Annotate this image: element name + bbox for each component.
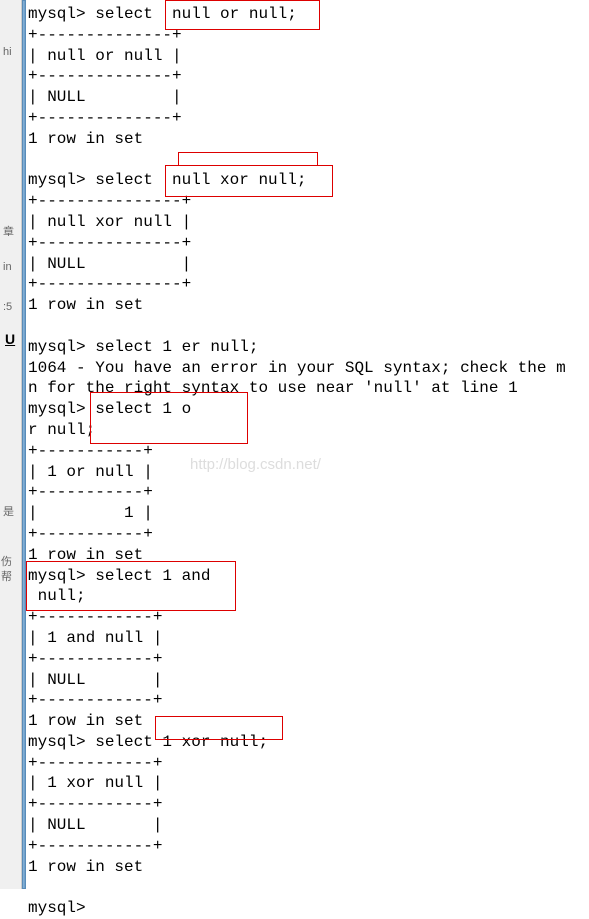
terminal-output: mysql> select null or null; +-----------… [28, 4, 566, 919]
sidebar: hi 章 in :5 U 是 伤 帮 [0, 0, 22, 889]
sidebar-label: hi [3, 45, 12, 59]
sidebar-label: 章 [3, 225, 14, 239]
sidebar-label: 帮 [1, 570, 12, 584]
sidebar-label: 是 [3, 505, 14, 519]
sidebar-label: 伤 [1, 555, 12, 569]
vertical-scrollbar[interactable] [22, 0, 26, 889]
sidebar-underline-icon: U [5, 330, 15, 348]
sidebar-label: :5 [3, 300, 12, 314]
sidebar-label: in [3, 260, 12, 274]
